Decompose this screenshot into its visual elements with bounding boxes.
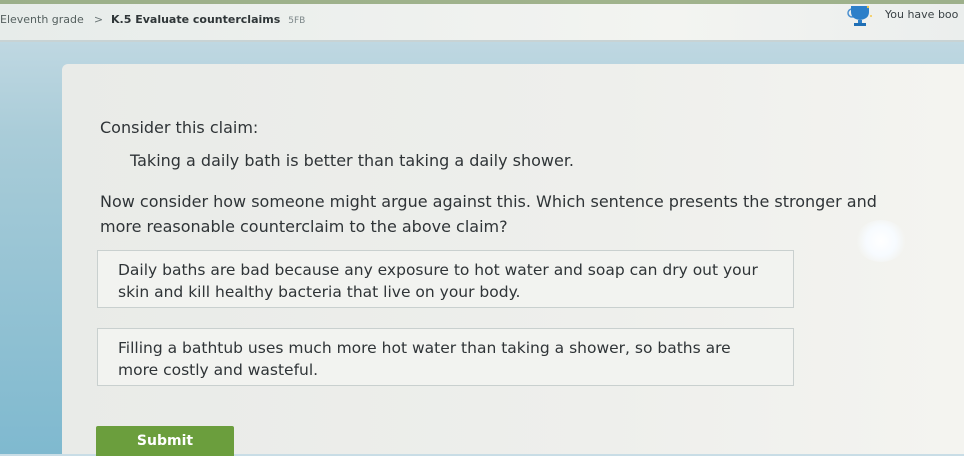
answer-option-2[interactable]: Filling a bathtub uses much more hot wat… (97, 328, 794, 386)
progress-line (0, 0, 964, 4)
submit-button[interactable]: Submit (96, 426, 234, 456)
breadcrumb-grade[interactable]: Eleventh grade (0, 13, 84, 26)
breadcrumb: Eleventh grade > K.5 Evaluate counterclaim… (0, 13, 305, 26)
skill-code: 5FB (288, 16, 306, 26)
claim-text: Taking a daily bath is better than takin… (130, 151, 575, 170)
award-message: You have boo (885, 8, 959, 21)
breadcrumb-separator: > (93, 13, 104, 26)
question-prompt: Consider this claim: (100, 118, 259, 137)
answer-option-1[interactable]: Daily baths are bad because any exposure… (97, 250, 794, 308)
breadcrumb-skill: K.5 Evaluate counterclaims (111, 13, 281, 26)
question-instruction: Now consider how someone might argue aga… (100, 192, 877, 236)
top-bar: Eleventh grade > K.5 Evaluate counterclaim… (0, 0, 964, 42)
trophy-icon (847, 5, 872, 26)
